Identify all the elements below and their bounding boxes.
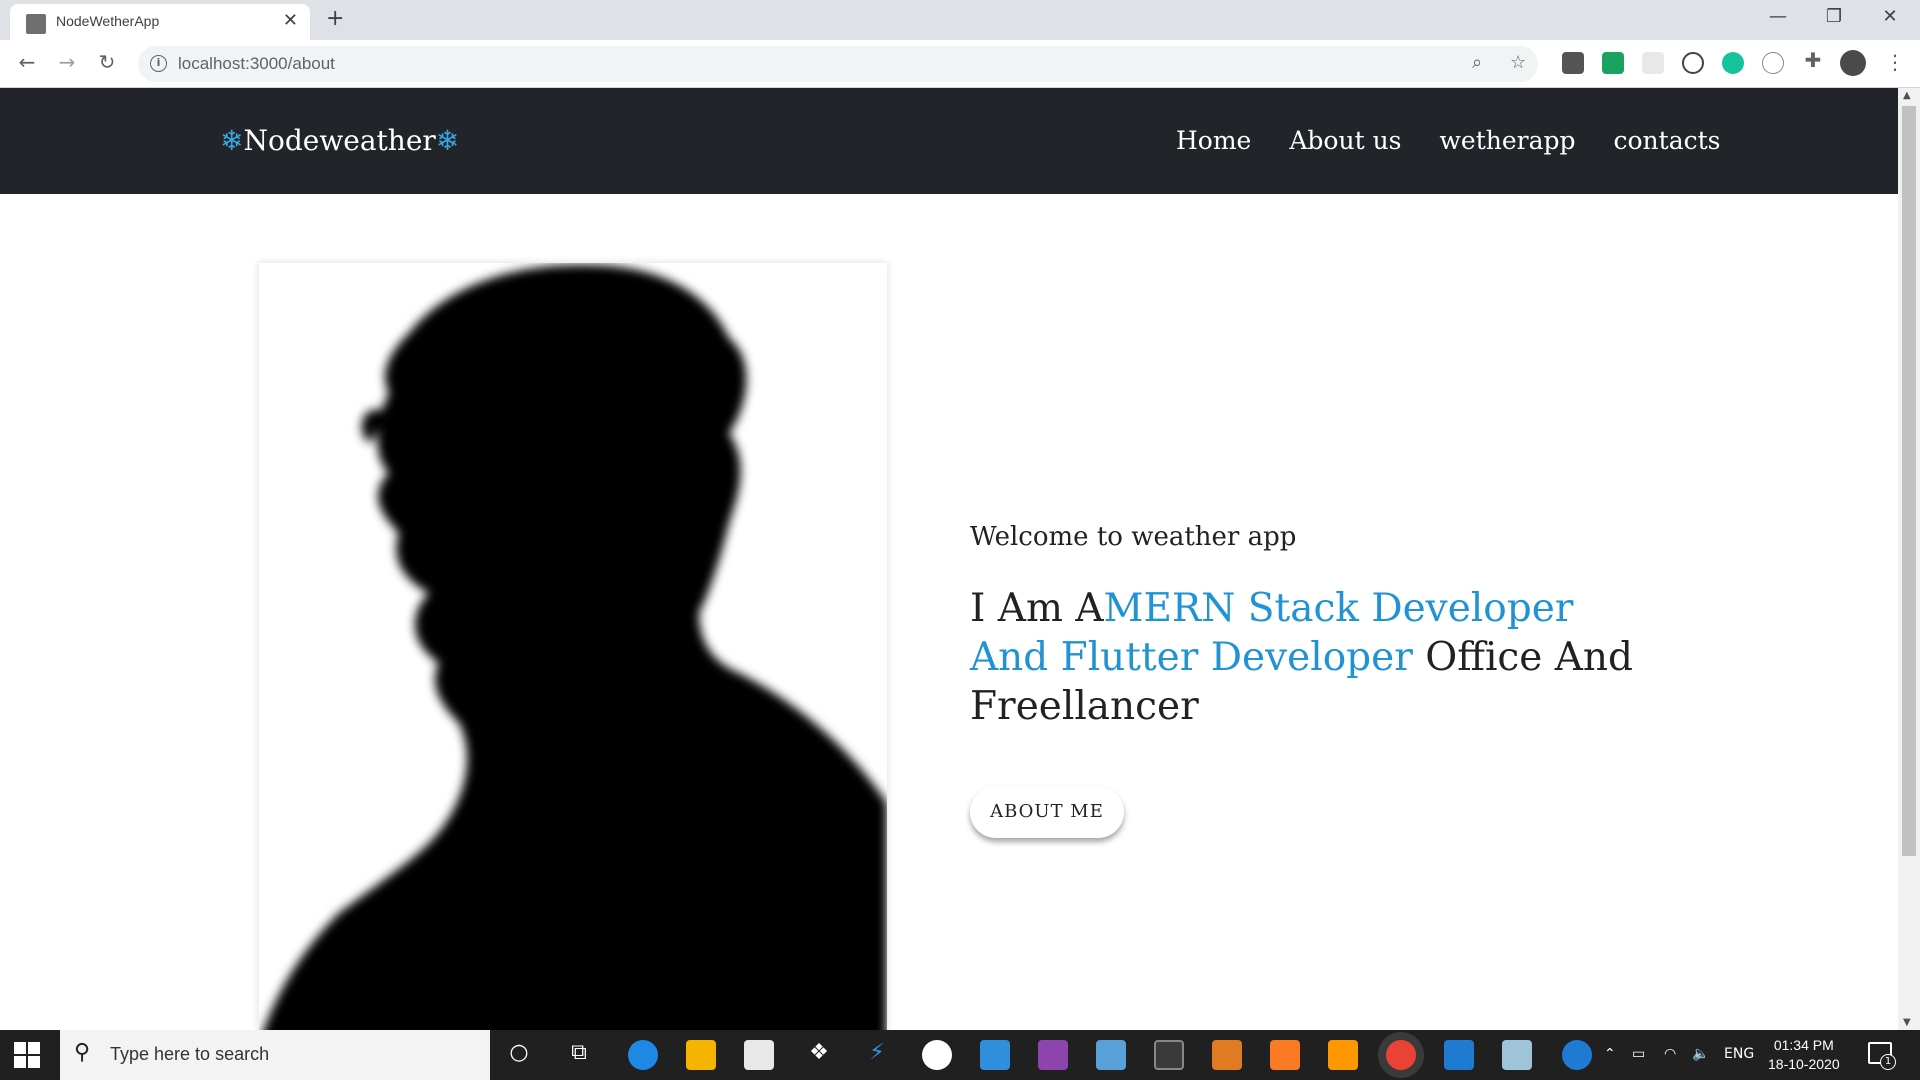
nav-home[interactable]: Home <box>1176 126 1251 155</box>
sublime-text-icon[interactable] <box>1328 1040 1358 1070</box>
network-tool-icon[interactable] <box>1096 1040 1126 1070</box>
nav-contacts[interactable]: contacts <box>1614 126 1721 155</box>
notification-count: 1 <box>1880 1054 1896 1070</box>
wifi-icon[interactable]: ◠ <box>1664 1046 1676 1062</box>
new-tab-button[interactable]: + <box>326 6 344 31</box>
whatsapp-icon[interactable] <box>1212 1040 1242 1070</box>
sync-extension-icon[interactable] <box>1682 52 1704 74</box>
search-icon: ⚲ <box>74 1040 91 1065</box>
url-text[interactable]: localhost:3000/about <box>178 54 335 74</box>
windows-start-icon[interactable] <box>14 1042 40 1068</box>
scroll-up-icon[interactable]: ▲ <box>1903 90 1911 101</box>
profile-avatar[interactable] <box>1840 50 1866 76</box>
menu-kebab-icon[interactable]: ⋮ <box>1880 50 1910 74</box>
grammarly-extension-icon[interactable] <box>1602 52 1624 74</box>
system-clock[interactable]: 01:34 PM 18-10-2020 <box>1768 1036 1840 1074</box>
vs-code-alt-icon[interactable]: ⚡ <box>862 1040 892 1065</box>
snowflake-icon: ❄ <box>435 124 460 157</box>
minimize-button[interactable]: — <box>1758 6 1798 27</box>
taskbar-search[interactable]: ⚲ Type here to search <box>60 1030 490 1080</box>
scroll-down-icon[interactable]: ▼ <box>1903 1017 1911 1028</box>
tab-title: NodeWetherApp <box>56 13 160 29</box>
volume-icon[interactable]: 🔈 <box>1692 1046 1709 1062</box>
brand-name: Nodeweather <box>243 124 436 157</box>
nav-wetherapp[interactable]: wetherapp <box>1440 126 1576 155</box>
welcome-text: Welcome to weather app <box>970 522 1297 552</box>
battery-icon[interactable]: ▭ <box>1632 1046 1645 1062</box>
qr-extension-icon[interactable] <box>1562 52 1584 74</box>
edge-icon[interactable] <box>628 1040 658 1070</box>
chrome-icon[interactable] <box>1386 1040 1416 1070</box>
h-extension-icon[interactable] <box>1762 52 1784 74</box>
close-window-button[interactable]: ✕ <box>1870 6 1910 27</box>
search-placeholder[interactable]: Type here to search <box>110 1044 269 1065</box>
page-scrollbar[interactable]: ▲ ▼ <box>1898 88 1920 1030</box>
task-view-icon[interactable]: ⧉ <box>564 1040 594 1065</box>
restore-button[interactable]: ❐ <box>1814 6 1854 27</box>
xampp-icon[interactable] <box>1270 1040 1300 1070</box>
notepad-icon[interactable] <box>1502 1040 1532 1070</box>
browser-tab[interactable]: NodeWetherApp ✕ <box>10 4 310 40</box>
cortana-icon[interactable]: ○ <box>504 1040 534 1065</box>
headline: I Am AMERN Stack Developer And Flutter D… <box>970 584 1650 731</box>
tray-chevron-icon[interactable]: ⌃ <box>1604 1046 1616 1062</box>
reload-icon[interactable]: ↻ <box>92 50 122 74</box>
mongodb-icon[interactable] <box>922 1040 952 1070</box>
silhouette-image <box>259 263 887 1030</box>
scroll-thumb[interactable] <box>1902 106 1916 856</box>
snowflake-icon: ❄ <box>220 124 244 157</box>
headline-prefix: I Am A <box>970 586 1104 631</box>
nav-about-us[interactable]: About us <box>1289 126 1401 155</box>
browser-toolbar: ← → ↻ i localhost:3000/about ⌕ ☆ ✚ ⋮ <box>0 40 1920 88</box>
windows-taskbar: ⚲ Type here to search ○ ⧉ ❖ ⚡ ⌃ ▭ ◠ 🔈 EN… <box>0 1030 1920 1080</box>
site-info-icon[interactable]: i <box>150 55 167 72</box>
profile-photo <box>259 263 887 1030</box>
help-icon[interactable] <box>1562 1040 1592 1070</box>
g-extension-icon[interactable] <box>1722 52 1744 74</box>
store-icon[interactable] <box>744 1040 774 1070</box>
back-arrow-icon[interactable]: ← <box>12 50 42 74</box>
clock-time: 01:34 PM <box>1773 1037 1834 1053</box>
terminal-icon[interactable] <box>1154 1040 1184 1070</box>
close-tab-icon[interactable]: ✕ <box>283 10 298 31</box>
file-explorer-icon[interactable] <box>686 1040 716 1070</box>
tab-bar: NodeWetherApp ✕ + — ❐ ✕ <box>0 0 1920 40</box>
bookmark-star-icon[interactable]: ☆ <box>1510 52 1526 73</box>
mail-icon[interactable] <box>980 1040 1010 1070</box>
address-bar[interactable]: i localhost:3000/about ⌕ ☆ <box>138 46 1538 82</box>
favicon-icon <box>26 14 46 34</box>
zoom-icon[interactable]: ⌕ <box>1472 52 1482 73</box>
clock-date: 18-10-2020 <box>1768 1056 1840 1072</box>
site-brand[interactable]: ❄Nodeweather❄ <box>220 124 459 157</box>
forward-arrow-icon[interactable]: → <box>52 50 82 74</box>
site-navbar: ❄Nodeweather❄ Home About us wetherapp co… <box>0 88 1898 194</box>
vscode-icon[interactable] <box>1444 1040 1474 1070</box>
page-viewport: ❄Nodeweather❄ Home About us wetherapp co… <box>0 88 1898 1030</box>
visual-studio-icon[interactable] <box>1038 1040 1068 1070</box>
about-me-button[interactable]: ABOUT ME <box>970 786 1124 838</box>
dropbox-icon[interactable]: ❖ <box>804 1040 834 1065</box>
nav-links: Home About us wetherapp contacts <box>1176 126 1720 155</box>
extensions-puzzle-icon[interactable]: ✚ <box>1798 48 1828 72</box>
language-indicator[interactable]: ENG <box>1724 1046 1754 1062</box>
blank-extension-icon[interactable] <box>1642 52 1664 74</box>
